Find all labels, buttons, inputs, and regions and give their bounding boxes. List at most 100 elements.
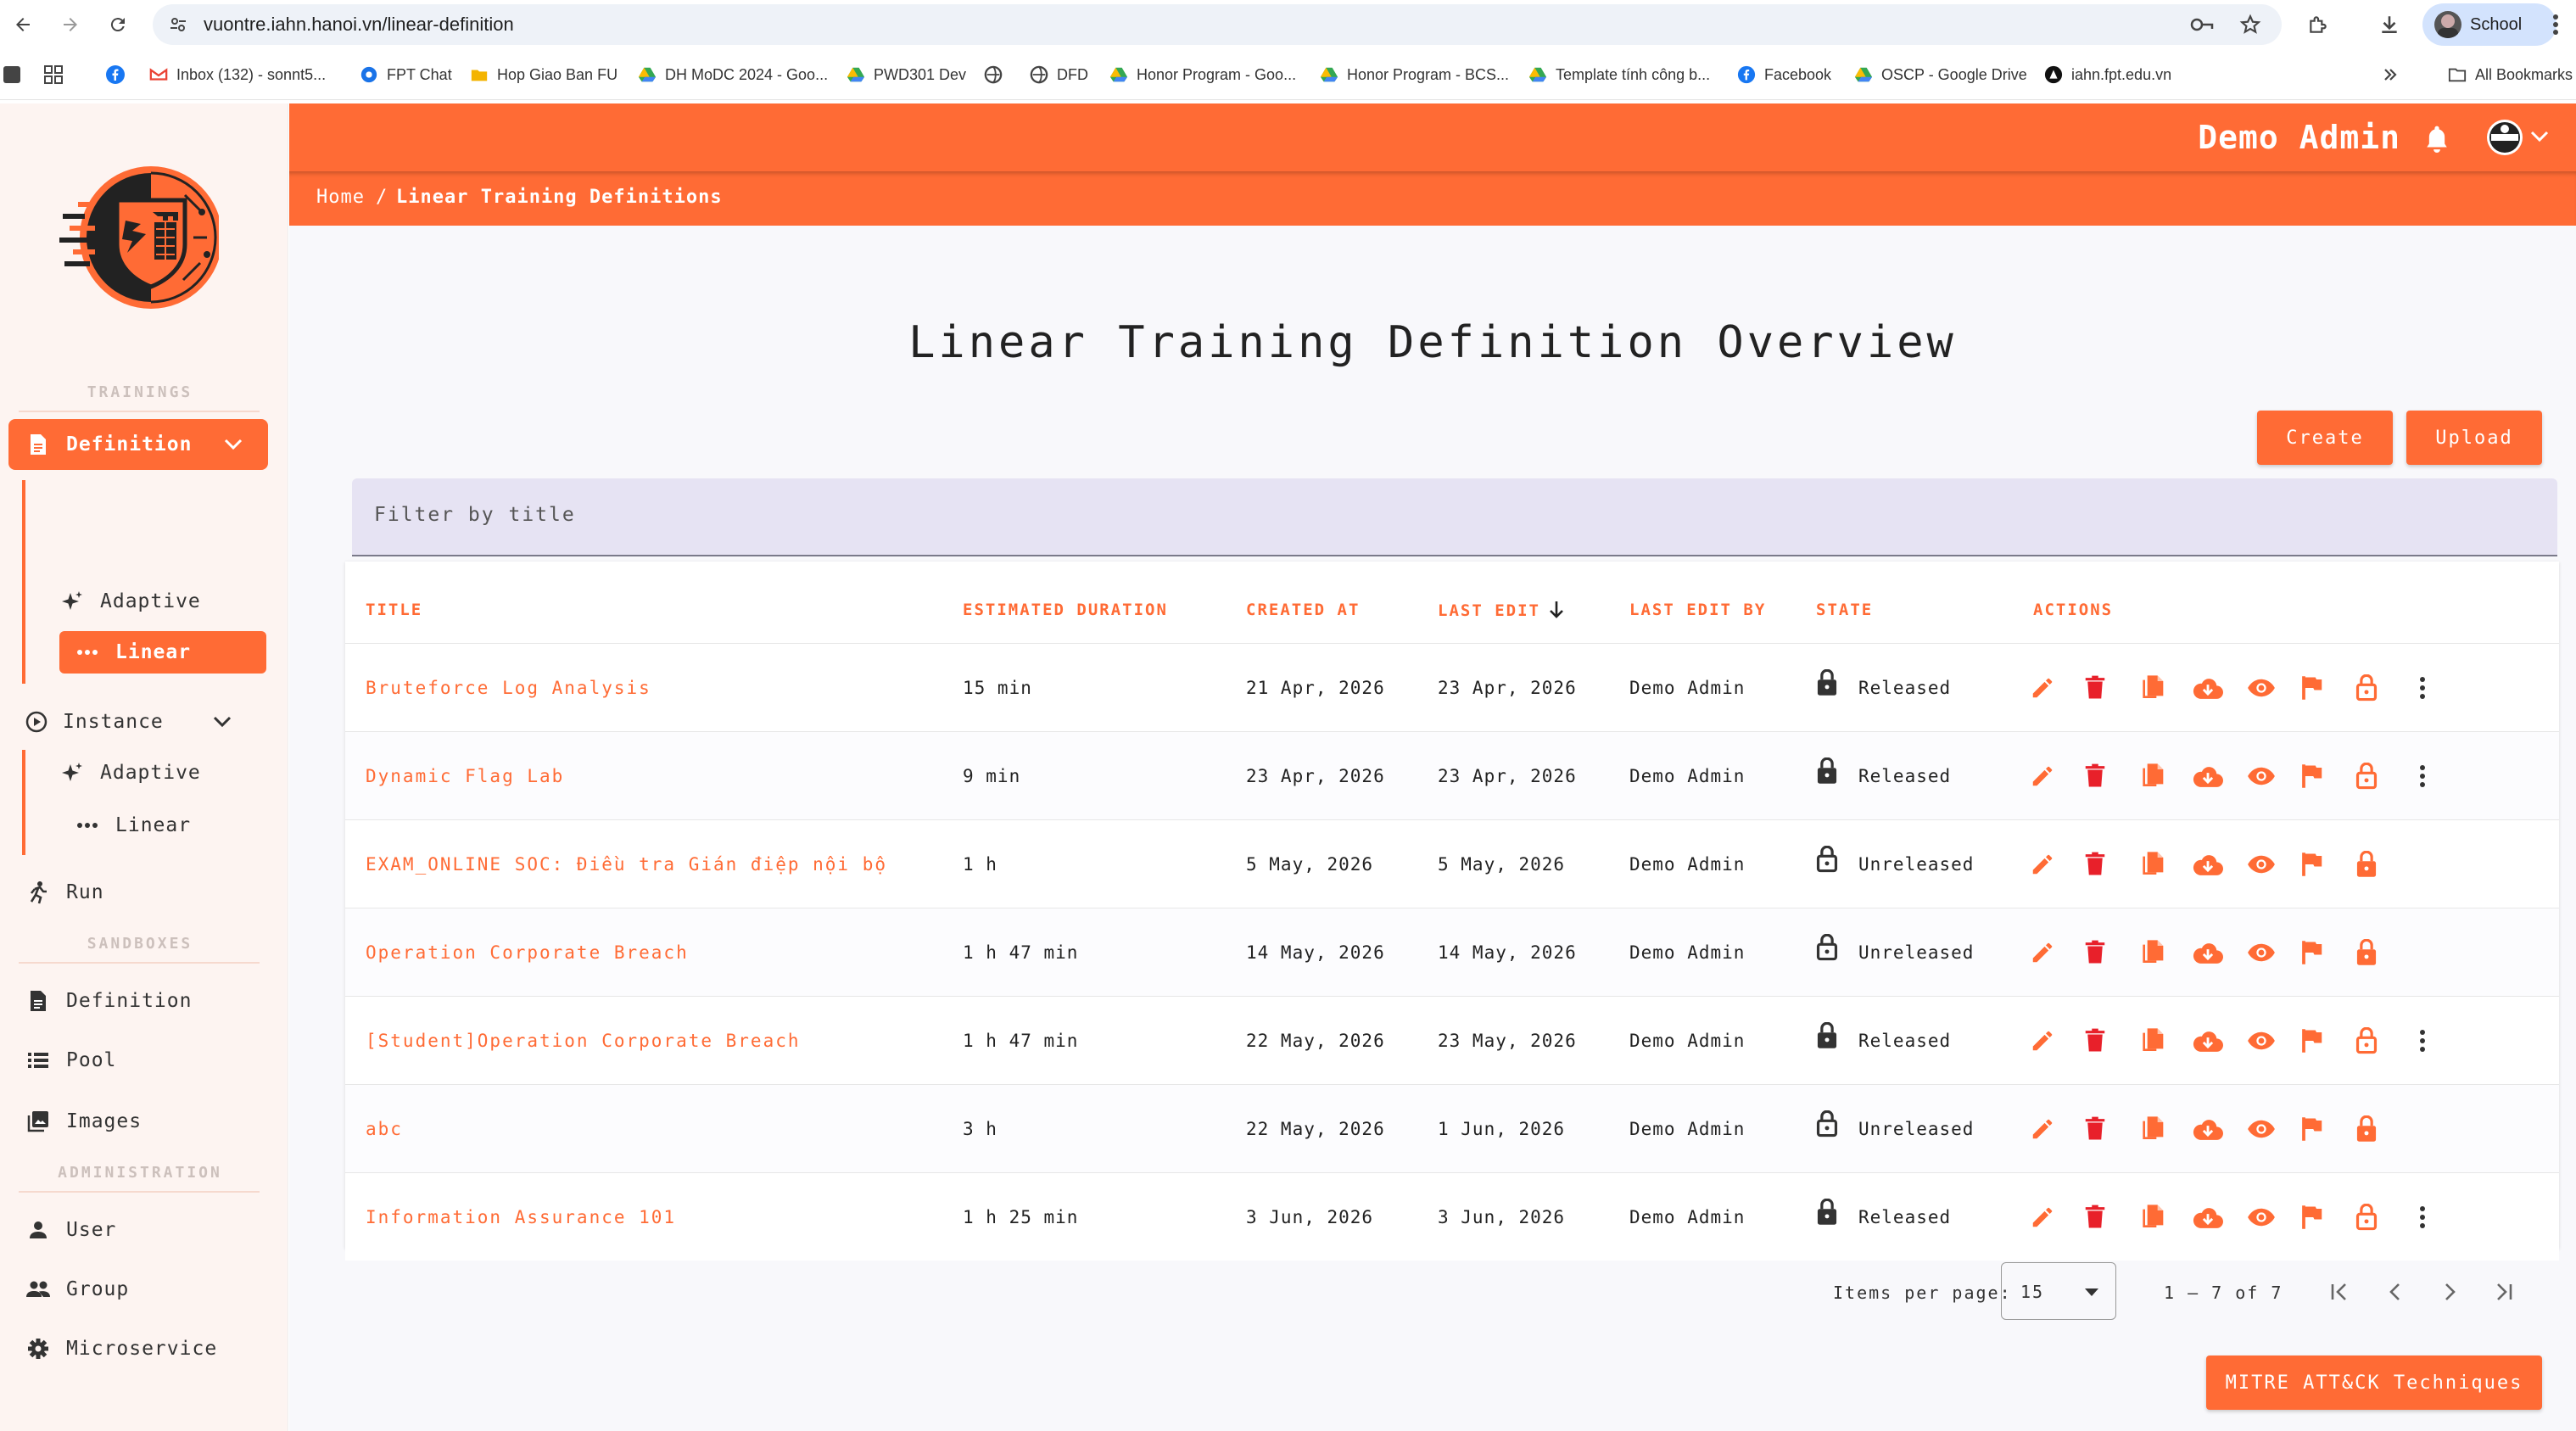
create-button[interactable]: Create — [2257, 411, 2393, 465]
edit-icon[interactable] — [2030, 934, 2084, 971]
items-per-page-select[interactable]: 15 — [2001, 1262, 2116, 1320]
edit-icon[interactable] — [2030, 1110, 2084, 1148]
browser-menu-button[interactable] — [2543, 5, 2568, 44]
preview-eye-icon[interactable] — [2247, 1022, 2301, 1059]
delete-icon[interactable] — [2084, 757, 2138, 795]
edit-icon[interactable] — [2030, 669, 2084, 707]
edit-icon[interactable] — [2030, 757, 2084, 795]
row-title-link[interactable]: Information Assurance 101 — [366, 1207, 676, 1227]
row-title-link[interactable]: Bruteforce Log Analysis — [366, 678, 651, 698]
sidebar-item-images[interactable]: Images — [25, 1099, 142, 1143]
bell-icon[interactable] — [2423, 124, 2450, 153]
preview-eye-icon[interactable] — [2247, 846, 2301, 883]
row-title-link[interactable]: Operation Corporate Breach — [366, 942, 689, 963]
reload-button[interactable] — [98, 5, 137, 44]
clone-icon[interactable] — [2138, 1022, 2193, 1059]
apps-button[interactable] — [44, 53, 63, 97]
column-header-last-edit-by[interactable]: LAST EDIT BY — [1629, 601, 1766, 619]
preview-eye-icon[interactable] — [2247, 934, 2301, 971]
preview-eye-icon[interactable] — [2247, 757, 2301, 795]
unlock-icon[interactable] — [2355, 757, 2410, 795]
lock-icon[interactable] — [2355, 1110, 2410, 1148]
bookmark-pwd301[interactable]: PWD301 Dev — [847, 53, 966, 97]
key-icon[interactable] — [2190, 14, 2214, 35]
breadcrumb-home[interactable]: Home — [316, 187, 365, 208]
app-logo[interactable] — [58, 161, 219, 314]
more-vert-icon[interactable] — [2410, 1022, 2435, 1059]
clone-icon[interactable] — [2138, 757, 2193, 795]
delete-icon[interactable] — [2084, 669, 2138, 707]
clone-icon[interactable] — [2138, 934, 2193, 971]
clone-icon[interactable] — [2138, 669, 2193, 707]
row-title-link[interactable]: EXAM_ONLINE SOC: Điều tra Gián điệp nội … — [366, 854, 887, 875]
account-menu-button[interactable] — [2486, 119, 2557, 158]
sidebar-item-run[interactable]: Run — [25, 870, 104, 914]
url-text[interactable]: vuontre.iahn.hanoi.vn/linear-definition — [204, 4, 514, 45]
flag-icon[interactable] — [2301, 1199, 2355, 1236]
bookmark-honor-bcs[interactable]: Honor Program - BCS... — [1320, 53, 1509, 97]
flag-icon[interactable] — [2301, 757, 2355, 795]
bookmark-gmail[interactable]: Inbox (132) - sonnt5... — [149, 53, 326, 97]
delete-icon[interactable] — [2084, 1199, 2138, 1236]
sidebar-item-instance-adaptive[interactable]: Adaptive — [59, 752, 201, 794]
bookmark-dfd[interactable]: DFD — [1030, 53, 1088, 97]
previous-page-icon[interactable] — [2384, 1281, 2406, 1303]
more-vert-icon[interactable] — [2410, 757, 2435, 795]
flag-icon[interactable] — [2301, 1110, 2355, 1148]
flag-icon[interactable] — [2301, 669, 2355, 707]
downloads-button[interactable] — [2370, 5, 2409, 44]
sidebar-item-sandbox-definition[interactable]: Definition — [25, 979, 192, 1023]
upload-button[interactable]: Upload — [2406, 411, 2542, 465]
edit-icon[interactable] — [2030, 1199, 2084, 1236]
sidebar-item-definition-linear[interactable]: Linear — [59, 631, 266, 674]
unlock-icon[interactable] — [2355, 1022, 2410, 1059]
sidebar-item-pool[interactable]: Pool — [25, 1038, 116, 1082]
delete-icon[interactable] — [2084, 846, 2138, 883]
flag-icon[interactable] — [2301, 934, 2355, 971]
bookmarks-overflow-button[interactable] — [2382, 53, 2399, 97]
bookmark-oscp[interactable]: OSCP - Google Drive — [1854, 53, 2027, 97]
edit-icon[interactable] — [2030, 846, 2084, 883]
lock-icon[interactable] — [2355, 934, 2410, 971]
sidebar-item-instance[interactable]: Instance — [25, 697, 243, 746]
clone-icon[interactable] — [2138, 846, 2193, 883]
flag-icon[interactable] — [2301, 1022, 2355, 1059]
more-vert-icon[interactable] — [2410, 669, 2435, 707]
delete-icon[interactable] — [2084, 1022, 2138, 1059]
column-header-state[interactable]: STATE — [1816, 601, 1873, 619]
next-page-icon[interactable] — [2439, 1281, 2461, 1303]
all-bookmarks-button[interactable]: All Bookmarks — [2448, 53, 2573, 97]
more-vert-icon[interactable] — [2410, 1199, 2435, 1236]
preview-eye-icon[interactable] — [2247, 1110, 2301, 1148]
download-cloud-icon[interactable] — [2193, 934, 2247, 971]
last-page-icon[interactable] — [2493, 1281, 2515, 1303]
unlock-icon[interactable] — [2355, 1199, 2410, 1236]
star-icon[interactable] — [2239, 14, 2261, 36]
unlock-icon[interactable] — [2355, 669, 2410, 707]
header-user-name[interactable]: Demo Admin — [2198, 119, 2400, 156]
extensions-button[interactable] — [2299, 5, 2338, 44]
download-cloud-icon[interactable] — [2193, 669, 2247, 707]
mitre-attack-button[interactable]: MITRE ATT&CK Techniques — [2206, 1356, 2542, 1410]
sidebar-item-definition[interactable]: Definition — [8, 419, 268, 470]
back-button[interactable] — [3, 5, 42, 44]
delete-icon[interactable] — [2084, 1110, 2138, 1148]
column-header-duration[interactable]: ESTIMATED DURATION — [963, 601, 1168, 619]
forward-button[interactable] — [51, 5, 90, 44]
delete-icon[interactable] — [2084, 934, 2138, 971]
filter-input[interactable]: Filter by title — [352, 478, 2557, 556]
site-info-icon[interactable] — [168, 14, 188, 35]
bookmark-fpt-chat[interactable]: FPT Chat — [360, 53, 452, 97]
sidebar-item-user[interactable]: User — [25, 1208, 116, 1252]
bookmark-iahn[interactable]: iahn.fpt.edu.vn — [2044, 53, 2171, 97]
bookmark-hop-giao-ban[interactable]: Hop Giao Ban FU — [470, 53, 617, 97]
column-header-title[interactable]: TITLE — [366, 601, 422, 619]
download-cloud-icon[interactable] — [2193, 1199, 2247, 1236]
bookmark-template[interactable]: Template tính công b... — [1528, 53, 1710, 97]
bookmark-honor-goo[interactable]: Honor Program - Goo... — [1109, 53, 1296, 97]
edit-icon[interactable] — [2030, 1022, 2084, 1059]
sidebar-item-definition-adaptive[interactable]: Adaptive — [59, 580, 201, 623]
address-bar[interactable]: vuontre.iahn.hanoi.vn/linear-definition — [153, 4, 2282, 45]
first-page-icon[interactable] — [2328, 1281, 2350, 1303]
clone-icon[interactable] — [2138, 1110, 2193, 1148]
